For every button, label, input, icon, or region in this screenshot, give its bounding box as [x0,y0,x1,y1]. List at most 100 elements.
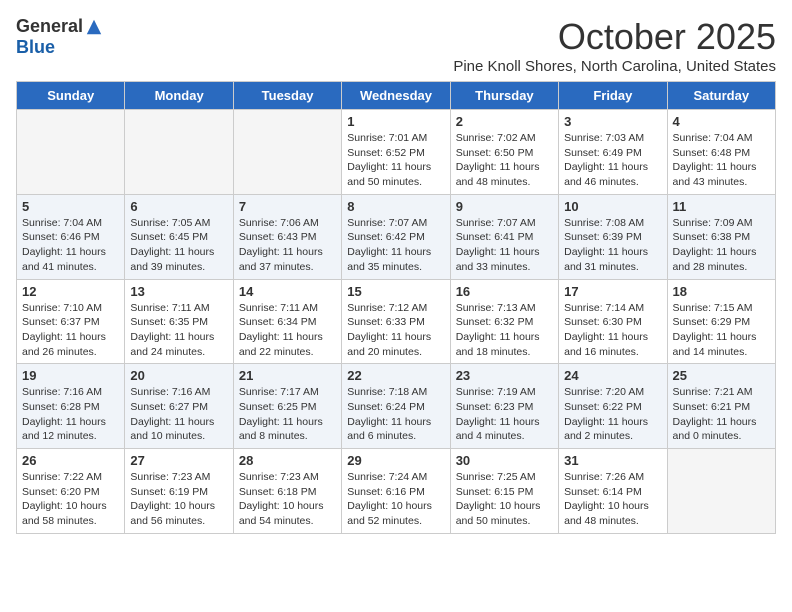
day-info: Sunrise: 7:17 AM Sunset: 6:25 PM Dayligh… [239,385,336,444]
day-info: Sunrise: 7:03 AM Sunset: 6:49 PM Dayligh… [564,131,661,190]
day-number: 6 [130,199,227,214]
day-number: 16 [456,284,553,299]
day-number: 11 [673,199,770,214]
day-info: Sunrise: 7:24 AM Sunset: 6:16 PM Dayligh… [347,470,444,529]
page-header: General Blue October 2025 Pine Knoll Sho… [16,16,776,75]
calendar-cell: 12Sunrise: 7:10 AM Sunset: 6:37 PM Dayli… [17,279,125,364]
calendar-cell: 7Sunrise: 7:06 AM Sunset: 6:43 PM Daylig… [233,194,341,279]
day-number: 27 [130,453,227,468]
day-number: 5 [22,199,119,214]
month-title: October 2025 [453,16,776,58]
calendar-cell: 4 Sunrise: 7:04 AM Sunset: 6:48 PM Daylig… [667,110,775,195]
day-info: Sunrise: 7:04 AM Sunset: 6:46 PM Dayligh… [22,216,119,275]
calendar-cell: 21 Sunrise: 7:17 AM Sunset: 6:25 PM Dayli… [233,364,341,449]
calendar-cell: 20 Sunrise: 7:16 AM Sunset: 6:27 PM Dayli… [125,364,233,449]
calendar-cell: 8 Sunrise: 7:07 AM Sunset: 6:42 PM Daylig… [342,194,450,279]
day-number: 20 [130,368,227,383]
weekday-header-tuesday: Tuesday [233,82,341,110]
logo-blue-text: Blue [16,37,55,58]
day-info: Sunrise: 7:14 AM Sunset: 6:30 PM Dayligh… [564,301,661,360]
calendar-cell: 28 Sunrise: 7:23 AM Sunset: 6:18 PM Dayli… [233,449,341,534]
day-info: Sunrise: 7:13 AM Sunset: 6:32 PM Dayligh… [456,301,553,360]
title-block: October 2025 Pine Knoll Shores, North Ca… [453,16,776,75]
calendar-cell: 23 Sunrise: 7:19 AM Sunset: 6:23 PM Dayli… [450,364,558,449]
day-info: Sunrise: 7:06 AM Sunset: 6:43 PM Dayligh… [239,216,336,275]
calendar-cell: 11 Sunrise: 7:09 AM Sunset: 6:38 PM Dayli… [667,194,775,279]
logo: General Blue [16,16,103,58]
weekday-header-thursday: Thursday [450,82,558,110]
day-number: 18 [673,284,770,299]
calendar-table: SundayMondayTuesdayWednesdayThursdayFrid… [16,81,776,534]
calendar-cell: 9 Sunrise: 7:07 AM Sunset: 6:41 PM Daylig… [450,194,558,279]
calendar-cell: 2Sunrise: 7:02 AM Sunset: 6:50 PM Daylig… [450,110,558,195]
day-number: 28 [239,453,336,468]
weekday-header-friday: Friday [559,82,667,110]
calendar-cell: 25Sunrise: 7:21 AM Sunset: 6:21 PM Dayli… [667,364,775,449]
day-number: 23 [456,368,553,383]
day-number: 24 [564,368,661,383]
day-info: Sunrise: 7:01 AM Sunset: 6:52 PM Dayligh… [347,131,444,190]
calendar-cell: 19 Sunrise: 7:16 AM Sunset: 6:28 PM Dayli… [17,364,125,449]
day-info: Sunrise: 7:19 AM Sunset: 6:23 PM Dayligh… [456,385,553,444]
weekday-header-wednesday: Wednesday [342,82,450,110]
day-number: 21 [239,368,336,383]
day-info: Sunrise: 7:05 AM Sunset: 6:45 PM Dayligh… [130,216,227,275]
calendar-cell: 3 Sunrise: 7:03 AM Sunset: 6:49 PM Daylig… [559,110,667,195]
calendar-cell [17,110,125,195]
calendar-cell [233,110,341,195]
weekday-header-sunday: Sunday [17,82,125,110]
day-info: Sunrise: 7:08 AM Sunset: 6:39 PM Dayligh… [564,216,661,275]
day-info: Sunrise: 7:16 AM Sunset: 6:28 PM Dayligh… [22,385,119,444]
location-text: Pine Knoll Shores, North Carolina, Unite… [453,58,776,75]
day-info: Sunrise: 7:25 AM Sunset: 6:15 PM Dayligh… [456,470,553,529]
calendar-week-2: 5 Sunrise: 7:04 AM Sunset: 6:46 PM Daylig… [17,194,776,279]
day-info: Sunrise: 7:07 AM Sunset: 6:42 PM Dayligh… [347,216,444,275]
day-info: Sunrise: 7:18 AM Sunset: 6:24 PM Dayligh… [347,385,444,444]
calendar-cell: 13 Sunrise: 7:11 AM Sunset: 6:35 PM Dayli… [125,279,233,364]
day-number: 10 [564,199,661,214]
day-info: Sunrise: 7:16 AM Sunset: 6:27 PM Dayligh… [130,385,227,444]
day-number: 3 [564,114,661,129]
day-number: 8 [347,199,444,214]
day-info: Sunrise: 7:12 AM Sunset: 6:33 PM Dayligh… [347,301,444,360]
calendar-cell: 1 Sunrise: 7:01 AM Sunset: 6:52 PM Daylig… [342,110,450,195]
calendar-cell: 6 Sunrise: 7:05 AM Sunset: 6:45 PM Daylig… [125,194,233,279]
calendar-cell: 18 Sunrise: 7:15 AM Sunset: 6:29 PM Dayli… [667,279,775,364]
day-number: 22 [347,368,444,383]
calendar-week-3: 12Sunrise: 7:10 AM Sunset: 6:37 PM Dayli… [17,279,776,364]
calendar-cell: 14 Sunrise: 7:11 AM Sunset: 6:34 PM Dayli… [233,279,341,364]
day-info: Sunrise: 7:15 AM Sunset: 6:29 PM Dayligh… [673,301,770,360]
logo-general-text: General [16,16,83,37]
calendar-cell: 24Sunrise: 7:20 AM Sunset: 6:22 PM Dayli… [559,364,667,449]
day-number: 1 [347,114,444,129]
calendar-cell: 22 Sunrise: 7:18 AM Sunset: 6:24 PM Dayli… [342,364,450,449]
calendar-cell: 27 Sunrise: 7:23 AM Sunset: 6:19 PM Dayli… [125,449,233,534]
day-number: 29 [347,453,444,468]
day-info: Sunrise: 7:11 AM Sunset: 6:34 PM Dayligh… [239,301,336,360]
day-number: 14 [239,284,336,299]
calendar-cell: 17Sunrise: 7:14 AM Sunset: 6:30 PM Dayli… [559,279,667,364]
day-number: 9 [456,199,553,214]
day-info: Sunrise: 7:11 AM Sunset: 6:35 PM Dayligh… [130,301,227,360]
day-number: 4 [673,114,770,129]
day-number: 13 [130,284,227,299]
calendar-week-1: 1 Sunrise: 7:01 AM Sunset: 6:52 PM Daylig… [17,110,776,195]
day-info: Sunrise: 7:26 AM Sunset: 6:14 PM Dayligh… [564,470,661,529]
day-number: 19 [22,368,119,383]
day-number: 12 [22,284,119,299]
day-number: 15 [347,284,444,299]
day-info: Sunrise: 7:02 AM Sunset: 6:50 PM Dayligh… [456,131,553,190]
day-info: Sunrise: 7:09 AM Sunset: 6:38 PM Dayligh… [673,216,770,275]
calendar-cell: 31 Sunrise: 7:26 AM Sunset: 6:14 PM Dayli… [559,449,667,534]
day-number: 31 [564,453,661,468]
day-info: Sunrise: 7:21 AM Sunset: 6:21 PM Dayligh… [673,385,770,444]
day-info: Sunrise: 7:04 AM Sunset: 6:48 PM Dayligh… [673,131,770,190]
calendar-cell: 29 Sunrise: 7:24 AM Sunset: 6:16 PM Dayli… [342,449,450,534]
day-info: Sunrise: 7:07 AM Sunset: 6:41 PM Dayligh… [456,216,553,275]
calendar-cell: 16 Sunrise: 7:13 AM Sunset: 6:32 PM Dayli… [450,279,558,364]
day-info: Sunrise: 7:23 AM Sunset: 6:18 PM Dayligh… [239,470,336,529]
day-number: 30 [456,453,553,468]
calendar-week-4: 19 Sunrise: 7:16 AM Sunset: 6:28 PM Dayli… [17,364,776,449]
calendar-week-5: 26Sunrise: 7:22 AM Sunset: 6:20 PM Dayli… [17,449,776,534]
day-info: Sunrise: 7:23 AM Sunset: 6:19 PM Dayligh… [130,470,227,529]
